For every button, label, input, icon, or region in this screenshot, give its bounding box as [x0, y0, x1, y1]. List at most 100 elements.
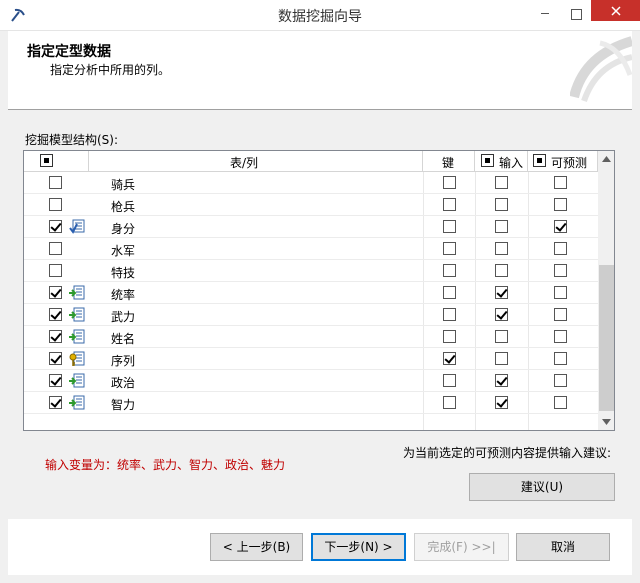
scroll-up-arrow-icon[interactable] [602, 156, 611, 162]
next-button[interactable]: 下一步(N) > [311, 533, 406, 561]
predictable-checkbox[interactable] [554, 352, 567, 365]
include-checkbox[interactable] [49, 374, 62, 387]
column-name: 姓名 [111, 332, 136, 346]
input-checkbox[interactable] [495, 176, 508, 189]
include-checkbox[interactable] [49, 352, 62, 365]
page-subtitle: 指定分析中所用的列。 [50, 63, 171, 77]
predictable-checkbox[interactable] [554, 308, 567, 321]
key-checkbox[interactable] [443, 330, 456, 343]
key-checkbox[interactable] [443, 242, 456, 255]
key-checkbox[interactable] [443, 352, 456, 365]
scrollbar-thumb[interactable] [599, 265, 614, 411]
table-row[interactable]: 政治 [24, 370, 598, 392]
key-checkbox[interactable] [443, 286, 456, 299]
input-checkbox[interactable] [495, 330, 508, 343]
predictable-checkbox[interactable] [554, 264, 567, 277]
title-bar: 数据挖掘向导 [0, 0, 640, 31]
key-checkbox[interactable] [443, 396, 456, 409]
key-checkbox[interactable] [443, 374, 456, 387]
predictable-checkbox[interactable] [554, 176, 567, 189]
include-checkbox[interactable] [49, 264, 62, 277]
key-checkbox[interactable] [443, 176, 456, 189]
key-checkbox[interactable] [443, 198, 456, 211]
table-row[interactable]: 姓名 [24, 326, 598, 348]
input-checkbox[interactable] [495, 198, 508, 211]
predictable-checkbox[interactable] [554, 242, 567, 255]
header-table-column-label: 表/列 [230, 156, 259, 170]
column-name: 水军 [111, 244, 136, 258]
vertical-scrollbar[interactable] [598, 151, 614, 430]
input-checkbox[interactable] [495, 308, 508, 321]
include-checkbox[interactable] [49, 176, 62, 189]
include-checkbox[interactable] [49, 396, 62, 409]
table-row[interactable]: 身分 [24, 216, 598, 238]
include-checkbox[interactable] [49, 330, 62, 343]
header-predictable-label: 可预测 [551, 156, 588, 170]
column-name: 统率 [111, 288, 136, 302]
header-predictable: 可预测 [528, 151, 598, 172]
structure-grid[interactable]: 表/列 键 输入 可预测 骑兵 枪兵 身分 水军 特技 统率 武力 姓名 序列 政治 智力 [23, 150, 615, 431]
input-checkbox[interactable] [495, 264, 508, 277]
include-checkbox[interactable] [49, 220, 62, 233]
column-name: 武力 [111, 310, 136, 324]
predictable-checkbox[interactable] [554, 220, 567, 233]
input-checkbox[interactable] [495, 220, 508, 233]
suggest-button[interactable]: 建议(U) [469, 473, 615, 501]
input-checkbox[interactable] [495, 352, 508, 365]
table-row[interactable]: 智力 [24, 392, 598, 414]
window-frame-right [632, 31, 640, 583]
input-column-icon [69, 307, 85, 323]
header-input-label: 输入 [499, 156, 524, 170]
table-row[interactable]: 水军 [24, 238, 598, 260]
predictable-checkbox[interactable] [554, 198, 567, 211]
predictable-checkbox[interactable] [554, 374, 567, 387]
key-checkbox[interactable] [443, 220, 456, 233]
column-name: 枪兵 [111, 200, 136, 214]
include-all-checkbox[interactable] [40, 154, 53, 167]
include-checkbox[interactable] [49, 198, 62, 211]
header-table-column: 表/列 [89, 151, 423, 172]
input-column-icon [69, 329, 85, 345]
structure-label: 挖掘模型结构(S): [25, 133, 119, 147]
column-name: 智力 [111, 398, 136, 412]
input-checkbox[interactable] [495, 286, 508, 299]
minimize-button[interactable] [530, 0, 560, 30]
key-checkbox[interactable] [443, 264, 456, 277]
predict-column-icon [69, 219, 85, 235]
input-checkbox[interactable] [495, 374, 508, 387]
wizard-header: 指定定型数据 指定分析中所用的列。 [8, 31, 632, 110]
predictable-checkbox[interactable] [554, 396, 567, 409]
scroll-down-arrow-icon[interactable] [602, 419, 611, 425]
back-button[interactable]: < 上一步(B) [210, 533, 303, 561]
column-name: 身分 [111, 222, 136, 236]
include-checkbox[interactable] [49, 286, 62, 299]
close-icon [611, 6, 621, 16]
column-name: 政治 [111, 376, 136, 390]
input-all-checkbox[interactable] [481, 154, 494, 167]
table-row[interactable]: 骑兵 [24, 172, 598, 194]
column-name: 骑兵 [111, 178, 136, 192]
finish-button[interactable]: 完成(F) >>| [414, 533, 509, 561]
table-row[interactable]: 序列 [24, 348, 598, 370]
predictable-checkbox[interactable] [554, 286, 567, 299]
input-checkbox[interactable] [495, 396, 508, 409]
page-title: 指定定型数据 [27, 44, 111, 60]
include-checkbox[interactable] [49, 308, 62, 321]
key-checkbox[interactable] [443, 308, 456, 321]
close-button[interactable] [591, 0, 640, 21]
predictable-all-checkbox[interactable] [533, 154, 546, 167]
predictable-checkbox[interactable] [554, 330, 567, 343]
cancel-button[interactable]: 取消 [516, 533, 610, 561]
include-checkbox[interactable] [49, 242, 62, 255]
table-row[interactable]: 特技 [24, 260, 598, 282]
input-column-icon [69, 285, 85, 301]
input-checkbox[interactable] [495, 242, 508, 255]
table-row[interactable]: 枪兵 [24, 194, 598, 216]
window-frame-left [0, 31, 8, 583]
input-column-icon [69, 395, 85, 411]
table-row[interactable]: 武力 [24, 304, 598, 326]
key-column-icon [69, 351, 85, 367]
table-row[interactable]: 统率 [24, 282, 598, 304]
suggest-label: 为当前选定的可预测内容提供输入建议: [402, 446, 611, 460]
maximize-button[interactable] [561, 0, 591, 30]
